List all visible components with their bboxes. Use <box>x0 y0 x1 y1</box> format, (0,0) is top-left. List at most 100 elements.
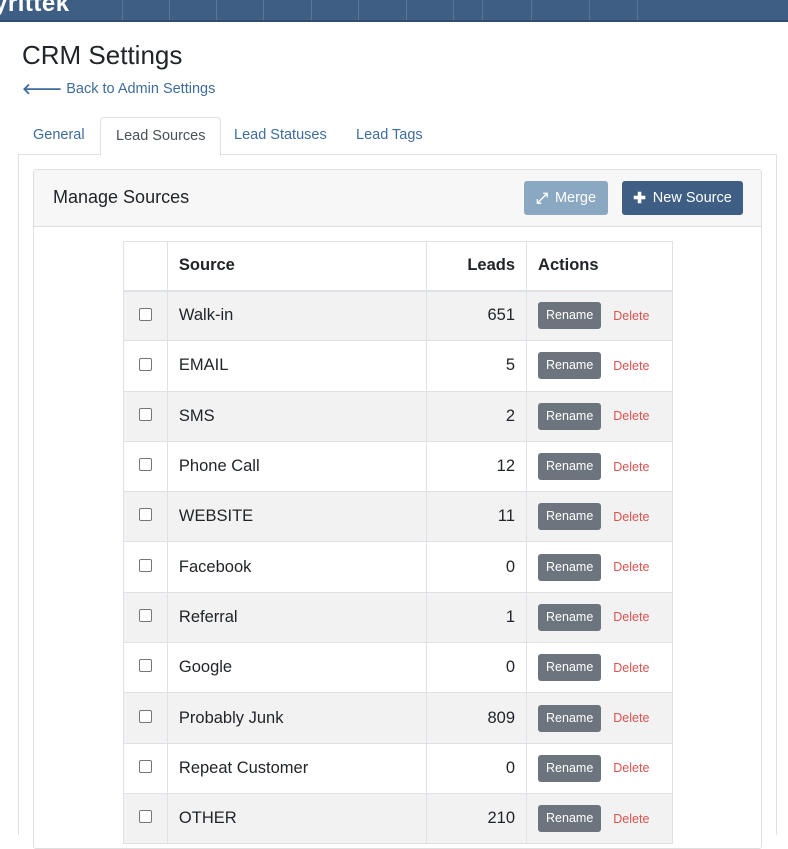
nav-item-1[interactable] <box>122 0 169 20</box>
nav-item-4[interactable] <box>263 0 311 20</box>
row-select-cell <box>123 742 168 794</box>
delete-link[interactable]: Delete <box>613 309 649 323</box>
nav-item-7[interactable] <box>406 0 453 20</box>
row-checkbox[interactable] <box>138 609 152 623</box>
brand-logo[interactable]: yrittek <box>0 0 70 18</box>
row-checkbox[interactable] <box>138 407 152 421</box>
row-select-cell <box>123 692 168 744</box>
delete-link[interactable]: Delete <box>613 560 649 574</box>
row-actions: Rename Delete <box>526 692 673 744</box>
lead-count: 210 <box>426 792 528 845</box>
row-select-cell <box>123 491 168 543</box>
arrow-left-icon: 🡐 <box>22 81 63 98</box>
row-select-cell <box>123 541 168 593</box>
delete-link[interactable]: Delete <box>613 359 649 373</box>
merge-button-label: Merge <box>554 190 597 206</box>
row-checkbox[interactable] <box>138 709 152 723</box>
table-row: OTHER 210 Rename Delete <box>123 792 673 845</box>
rename-button[interactable]: Rename <box>538 352 602 380</box>
delete-link[interactable]: Delete <box>613 661 649 675</box>
nav-item-9[interactable] <box>482 0 531 20</box>
select-column-header <box>123 241 168 292</box>
rename-button[interactable]: Rename <box>538 704 602 732</box>
rename-button[interactable]: Rename <box>538 453 602 481</box>
row-checkbox[interactable] <box>138 458 152 472</box>
delete-link[interactable]: Delete <box>613 711 649 725</box>
plus-icon: ✚ <box>633 190 646 207</box>
row-actions: Rename Delete <box>526 742 673 794</box>
nav-item-11[interactable] <box>589 0 637 20</box>
source-name: Google <box>166 642 428 694</box>
nav-item-2[interactable] <box>169 0 216 20</box>
table-row: Phone Call 12 Rename Delete <box>123 440 673 493</box>
row-checkbox[interactable] <box>138 508 152 522</box>
back-link-label: Back to Admin Settings <box>66 80 216 97</box>
rename-button[interactable]: Rename <box>538 754 602 782</box>
row-checkbox[interactable] <box>138 810 152 824</box>
row-actions: Rename Delete <box>526 541 673 593</box>
source-name: OTHER <box>166 792 428 845</box>
tab-lead-tags[interactable]: Lead Tags <box>341 117 438 155</box>
top-navbar: yrittek <box>0 0 788 22</box>
card-title: Manage Sources <box>53 187 190 207</box>
delete-link[interactable]: Delete <box>613 460 649 474</box>
nav-item-3[interactable] <box>216 0 263 20</box>
lead-count: 0 <box>426 642 528 694</box>
row-checkbox[interactable] <box>138 759 152 773</box>
row-actions: Rename Delete <box>526 591 673 644</box>
row-actions: Rename Delete <box>526 340 673 392</box>
table-row: Probably Junk 809 Rename Delete <box>123 692 673 744</box>
row-select-cell <box>123 340 168 392</box>
tab-lead-sources[interactable]: Lead Sources <box>100 117 222 156</box>
actions-column-header: Actions <box>526 241 673 292</box>
back-to-admin-link[interactable]: 🡐 Back to Admin Settings <box>22 79 216 99</box>
delete-link[interactable]: Delete <box>613 812 649 826</box>
source-column-header[interactable]: Source <box>166 241 428 292</box>
delete-link[interactable]: Delete <box>613 409 649 423</box>
tab-general[interactable]: General <box>18 117 100 155</box>
rename-button[interactable]: Rename <box>538 402 602 430</box>
rename-button[interactable]: Rename <box>538 503 602 531</box>
row-actions: Rename Delete <box>526 390 673 442</box>
row-checkbox[interactable] <box>138 558 152 572</box>
leads-column-header[interactable]: Leads <box>426 241 528 292</box>
row-actions: Rename Delete <box>526 289 673 342</box>
lead-count: 0 <box>426 742 528 794</box>
source-name: WEBSITE <box>166 491 428 543</box>
nav-item-10[interactable] <box>531 0 589 20</box>
rename-button[interactable]: Rename <box>538 603 602 631</box>
row-checkbox[interactable] <box>138 357 152 371</box>
nav-item-8[interactable] <box>453 0 482 20</box>
table-header-row: Source Leads Actions <box>123 241 673 292</box>
rename-button[interactable]: Rename <box>538 654 602 682</box>
source-name: SMS <box>166 390 428 442</box>
delete-link[interactable]: Delete <box>613 610 649 624</box>
new-source-button[interactable]: ✚ New Source <box>622 181 743 215</box>
delete-link[interactable]: Delete <box>613 510 649 524</box>
row-actions: Rename Delete <box>526 792 673 845</box>
tab-lead-statuses[interactable]: Lead Statuses <box>219 117 342 155</box>
row-select-cell <box>123 390 168 442</box>
rename-button[interactable]: Rename <box>538 805 602 833</box>
row-checkbox[interactable] <box>138 307 152 321</box>
row-checkbox[interactable] <box>138 659 152 673</box>
lead-count: 11 <box>426 491 528 543</box>
delete-link[interactable]: Delete <box>613 761 649 775</box>
table-row: WEBSITE 11 Rename Delete <box>123 491 673 543</box>
source-name: Facebook <box>166 541 428 593</box>
row-actions: Rename Delete <box>526 440 673 493</box>
settings-tabs: General Lead Sources Lead Statuses Lead … <box>18 117 777 156</box>
merge-button[interactable]: ⤢ Merge <box>524 181 608 215</box>
table-row: EMAIL 5 Rename Delete <box>123 340 673 392</box>
row-select-cell <box>123 642 168 694</box>
rename-button[interactable]: Rename <box>538 553 602 581</box>
new-source-button-label: New Source <box>652 190 732 206</box>
source-name: Probably Junk <box>166 692 428 744</box>
source-name: Referral <box>166 591 428 644</box>
nav-item-5[interactable] <box>311 0 358 20</box>
lead-count: 0 <box>426 541 528 593</box>
rename-button[interactable]: Rename <box>538 302 602 330</box>
nav-item-12[interactable] <box>637 0 788 20</box>
nav-item-6[interactable] <box>358 0 406 20</box>
lead-count: 2 <box>426 390 528 442</box>
